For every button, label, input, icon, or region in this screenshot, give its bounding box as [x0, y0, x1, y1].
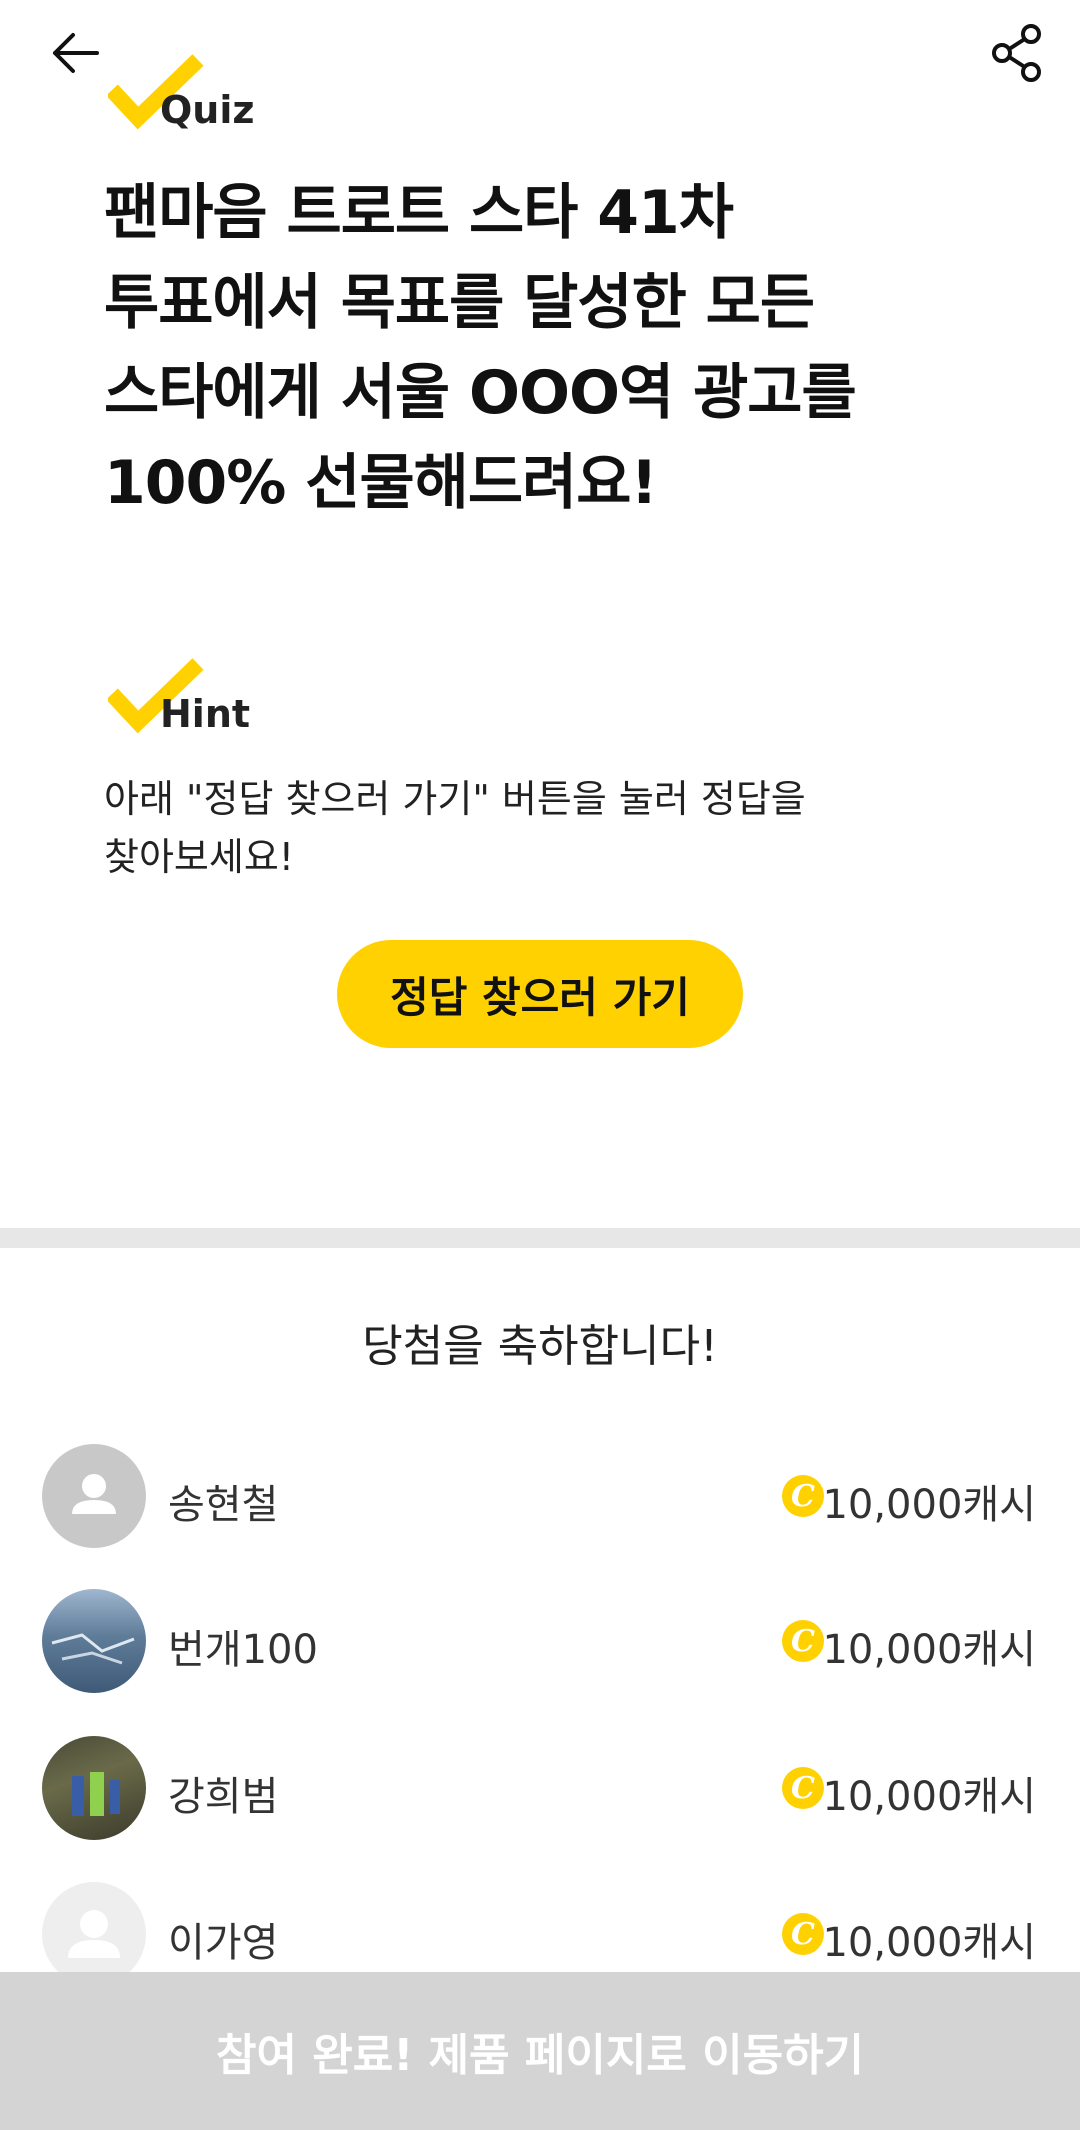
- photo-avatar-image: [72, 1772, 120, 1816]
- person-icon: [68, 1910, 120, 1958]
- winner-row: 강희범 C 10,000캐시: [0, 1736, 1080, 1846]
- quiz-question: 팬마음 트로트 스타 41차 투표에서 목표를 달성한 모든 스타에게 서울 O…: [104, 178, 857, 518]
- hint-badge-label: Hint: [160, 692, 251, 736]
- winner-amount: 10,000캐시: [822, 1920, 1036, 1966]
- winner-amount: 10,000캐시: [822, 1774, 1036, 1820]
- section-divider: [0, 1228, 1080, 1248]
- share-icon: [992, 24, 1041, 82]
- winner-name: 송현철: [168, 1482, 279, 1528]
- share-button[interactable]: [982, 18, 1052, 88]
- quiz-badge: Quiz: [108, 54, 268, 134]
- avatar: [42, 1736, 146, 1840]
- winner-row: 번개100 C 10,000캐시: [0, 1589, 1080, 1699]
- back-button[interactable]: [40, 22, 110, 84]
- coin-icon: C: [782, 1767, 824, 1809]
- winner-name: 이가영: [168, 1920, 279, 1966]
- find-answer-button[interactable]: 정답 찾으러 가기: [337, 940, 743, 1048]
- arrow-left-icon: [53, 33, 99, 73]
- person-icon: [72, 1474, 116, 1514]
- photo-avatar-image: [51, 1633, 135, 1665]
- coin-icon: C: [782, 1475, 824, 1517]
- avatar: [42, 1882, 146, 1986]
- go-to-product-button[interactable]: 참여 완료! 제품 페이지로 이동하기: [0, 1972, 1080, 2130]
- winners-title: 당첨을 축하합니다!: [362, 1321, 718, 1372]
- winner-amount: 10,000캐시: [822, 1482, 1036, 1528]
- coin-icon: C: [782, 1620, 824, 1662]
- avatar: [42, 1589, 146, 1693]
- winner-name: 번개100: [168, 1627, 318, 1673]
- hint-badge: Hint: [108, 658, 268, 738]
- winner-name: 강희범: [168, 1774, 279, 1820]
- avatar: [42, 1444, 146, 1548]
- coin-icon: C: [782, 1913, 824, 1955]
- winner-amount: 10,000캐시: [822, 1627, 1036, 1673]
- quiz-badge-label: Quiz: [160, 88, 255, 132]
- winner-row: 송현철 C 10,000캐시: [0, 1444, 1080, 1554]
- hint-text: 아래 "정답 찾으러 가기" 버튼을 눌러 정답을 찾아보세요!: [104, 777, 806, 879]
